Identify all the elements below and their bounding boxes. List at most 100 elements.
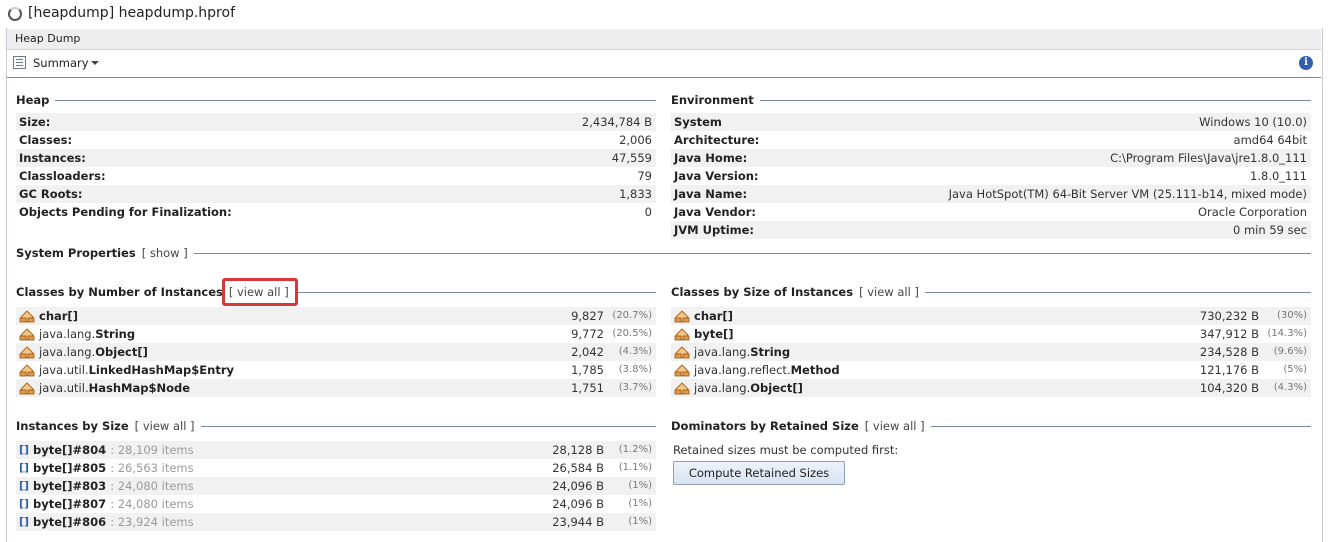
row-value: 2,042 <box>571 345 604 359</box>
class-name[interactable]: java.lang.reflect.Method <box>694 361 840 379</box>
instance-name[interactable]: byte[]#803 : 24,080 items <box>33 477 194 495</box>
class-icon <box>674 364 690 377</box>
row-percent: (5%) <box>1283 364 1307 375</box>
class-package: java.lang. <box>694 345 751 359</box>
class-simple-name: byte[] <box>694 327 734 341</box>
table-row: GC Roots: 1,833 <box>16 185 656 203</box>
row-value: 28,128 B <box>552 443 604 457</box>
row-value: 24,096 B <box>552 479 604 493</box>
environment-title: Environment <box>671 93 754 107</box>
row-value: 79 <box>637 169 652 183</box>
instance-name[interactable]: byte[]#804 : 28,109 items <box>33 441 194 459</box>
highlight-annotation <box>222 278 298 306</box>
table-row: JVM Uptime: 0 min 59 sec <box>671 221 1311 239</box>
row-label: Size: <box>19 115 51 129</box>
row-label: Java Version: <box>674 169 759 183</box>
list-item[interactable]: java.lang.String 234,528 B (9.6%) <box>671 343 1311 361</box>
class-simple-name: String <box>750 345 791 359</box>
show-system-properties-link[interactable]: [ show ] <box>142 246 188 260</box>
class-icon <box>19 382 35 395</box>
row-percent: (20.7%) <box>612 310 652 321</box>
section-divider <box>200 425 656 427</box>
array-instance-icon: [] <box>19 479 30 492</box>
instance-name[interactable]: byte[]#806 : 23,924 items <box>33 513 194 531</box>
class-name[interactable]: java.util.LinkedHashMap$Entry <box>39 361 234 379</box>
row-value: C:\Program Files\Java\jre1.8.0_111 <box>1110 151 1307 165</box>
section-divider <box>193 252 1311 254</box>
instance-id: byte[]#805 <box>33 461 107 475</box>
dominators-view-all-link[interactable]: [ view all ] <box>865 419 925 433</box>
classes-by-size-title: Classes by Size of Instances <box>671 285 854 299</box>
row-label: Instances: <box>19 151 86 165</box>
row-value: 234,528 B <box>1199 345 1259 359</box>
row-percent: (14.3%) <box>1267 328 1307 339</box>
table-row: System Windows 10 (10.0) <box>671 113 1311 131</box>
table-row: Java Version: 1.8.0_111 <box>671 167 1311 185</box>
list-item[interactable]: [] byte[]#805 : 26,563 items 26,584 B (1.1%… <box>16 459 656 477</box>
compute-retained-sizes-button[interactable]: Compute Retained Sizes <box>673 461 845 485</box>
list-item[interactable]: java.lang.Object[] 104,320 B (4.3%) <box>671 379 1311 397</box>
class-name[interactable]: char[] <box>694 307 733 325</box>
list-item[interactable]: [] byte[]#803 : 24,080 items 24,096 B (1%) <box>16 477 656 495</box>
summary-document-icon[interactable] <box>13 56 26 69</box>
list-item[interactable]: char[] 9,827 (20.7%) <box>16 307 656 325</box>
table-row: Architecture: amd64 64bit <box>671 131 1311 149</box>
instance-name[interactable]: byte[]#805 : 26,563 items <box>33 459 194 477</box>
class-name[interactable]: byte[] <box>694 325 734 343</box>
tab-heap-dump[interactable]: Heap Dump <box>7 29 1321 50</box>
list-item[interactable]: java.util.HashMap$Node 1,751 (3.7%) <box>16 379 656 397</box>
list-item[interactable]: java.lang.String 9,772 (20.5%) <box>16 325 656 343</box>
list-item[interactable]: char[] 730,232 B (30%) <box>671 307 1311 325</box>
list-item[interactable]: java.lang.reflect.Method 121,176 B (5%) <box>671 361 1311 379</box>
dominators-title: Dominators by Retained Size <box>671 419 859 433</box>
row-percent: (1.2%) <box>618 444 652 455</box>
class-name[interactable]: char[] <box>39 307 78 325</box>
instance-items: : 24,080 items <box>110 497 194 511</box>
class-icon <box>674 328 690 341</box>
row-label: System <box>674 115 722 129</box>
instance-id: byte[]#803 <box>33 479 107 493</box>
row-percent: (20.5%) <box>612 328 652 339</box>
class-package: java.lang. <box>694 381 751 395</box>
class-simple-name: Object[] <box>750 381 803 395</box>
section-divider <box>759 99 1311 101</box>
row-percent: (1%) <box>628 516 652 527</box>
row-value: 26,584 B <box>552 461 604 475</box>
chevron-down-icon[interactable] <box>91 61 99 65</box>
row-percent: (1.1%) <box>618 462 652 473</box>
class-name[interactable]: java.lang.String <box>39 325 135 343</box>
class-simple-name: HashMap$Node <box>88 381 191 395</box>
class-name[interactable]: java.lang.Object[] <box>694 379 803 397</box>
row-value: 1,751 <box>571 381 604 395</box>
list-item[interactable]: java.util.LinkedHashMap$Entry 1,785 (3.8%) <box>16 361 656 379</box>
row-value: 0 min 59 sec <box>1233 223 1307 237</box>
table-row: Size: 2,434,784 B <box>16 113 656 131</box>
array-instance-icon: [] <box>19 461 30 474</box>
row-label: Classloaders: <box>19 169 106 183</box>
section-divider <box>924 291 1311 293</box>
instances-by-size-view-all-link[interactable]: [ view all ] <box>135 419 195 433</box>
row-value: 0 <box>644 205 652 219</box>
list-item[interactable]: [] byte[]#804 : 28,109 items 28,128 B (1.2%… <box>16 441 656 459</box>
list-item[interactable]: java.lang.Object[] 2,042 (4.3%) <box>16 343 656 361</box>
info-icon[interactable]: i <box>1299 56 1313 70</box>
row-label: Classes: <box>19 133 73 147</box>
window-titlebar: [heapdump] heapdump.hprof <box>0 0 1336 28</box>
instance-name[interactable]: byte[]#807 : 24,080 items <box>33 495 194 513</box>
summary-dropdown[interactable]: Summary <box>33 56 89 70</box>
table-row: Java Vendor: Oracle Corporation <box>671 203 1311 221</box>
class-package: java.util. <box>39 381 89 395</box>
class-name[interactable]: java.lang.Object[] <box>39 343 148 361</box>
class-icon <box>674 310 690 323</box>
class-name[interactable]: java.lang.String <box>694 343 790 361</box>
list-item[interactable]: [] byte[]#807 : 24,080 items 24,096 B (1%) <box>16 495 656 513</box>
list-item[interactable]: [] byte[]#806 : 23,924 items 23,944 B (1%) <box>16 513 656 531</box>
class-name[interactable]: java.util.HashMap$Node <box>39 379 190 397</box>
list-item[interactable]: byte[] 347,912 B (14.3%) <box>671 325 1311 343</box>
class-icon <box>674 382 690 395</box>
row-value: 121,176 B <box>1199 363 1259 377</box>
row-value: Windows 10 (10.0) <box>1199 115 1307 129</box>
class-simple-name: String <box>95 327 136 341</box>
row-value: 24,096 B <box>552 497 604 511</box>
classes-by-size-view-all-link[interactable]: [ view all ] <box>859 285 919 299</box>
